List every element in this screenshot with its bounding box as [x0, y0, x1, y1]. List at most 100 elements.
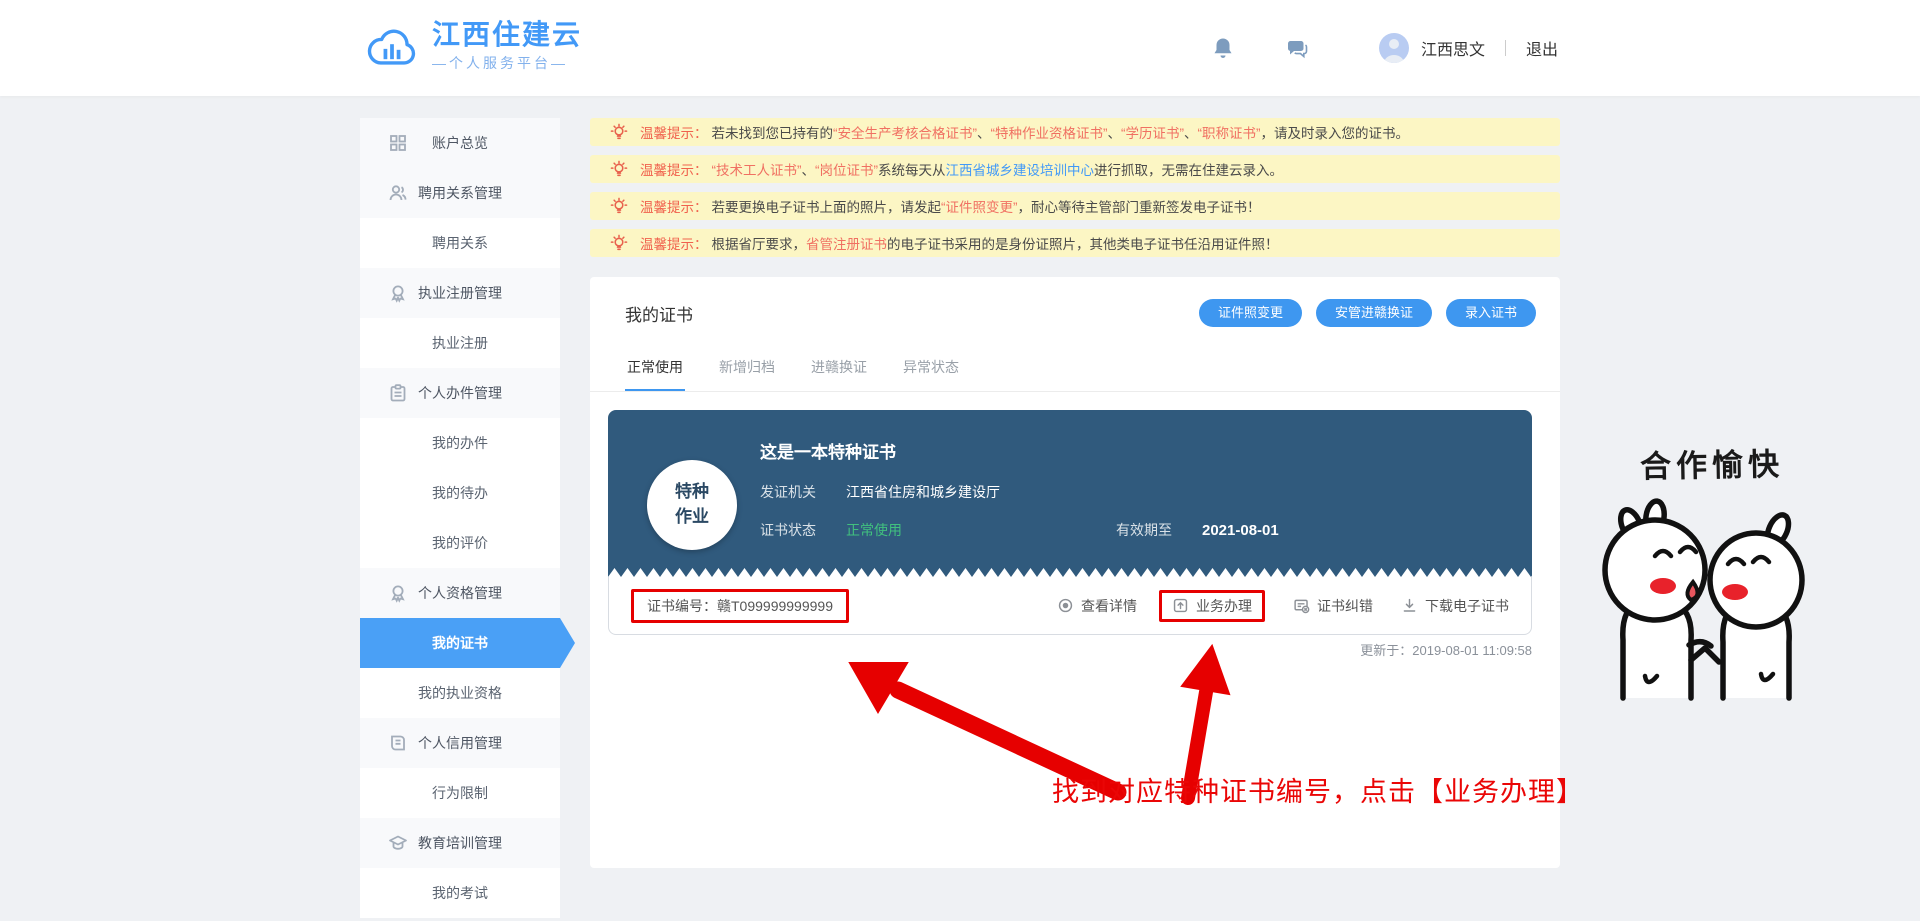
notice-text: 系统每天从: [878, 159, 946, 179]
sidebar-item-my-todo[interactable]: 我的待办: [360, 468, 560, 518]
avatar: [1379, 33, 1409, 63]
anguan-jingan-renewal-button[interactable]: 安管进赣换证: [1316, 299, 1432, 327]
sidebar-item-employment-relation[interactable]: 聘用关系: [360, 218, 560, 268]
add-certificate-button[interactable]: 录入证书: [1446, 299, 1536, 327]
notice-text: 、: [1184, 122, 1198, 142]
bell-icon[interactable]: [1211, 36, 1235, 60]
sidebar-item-label: 执业注册: [432, 333, 488, 353]
sidebar-item-my-cases[interactable]: 我的办件: [360, 418, 560, 468]
certificate-card: 特种 作业 这是一本特种证书 发证机关 江西省住房和城乡建设厅 证书状态 正常使…: [608, 410, 1532, 635]
download-icon: [1401, 597, 1418, 614]
action-label: 证书纠错: [1317, 596, 1373, 616]
sidebar-item-label: 聘用关系: [432, 233, 488, 253]
notice-text: 、: [977, 122, 991, 142]
sidebar-item-label: 我的执业资格: [418, 683, 502, 703]
certificate-card-footer: 证书编号：赣T099999999999 查看详情业务办理证书纠错下载电子证书: [608, 577, 1532, 635]
action-cert-correction[interactable]: 证书纠错: [1293, 596, 1373, 616]
bulb-icon: [610, 197, 628, 215]
sidebar-item-education-training-mgmt[interactable]: 教育培训管理: [360, 818, 560, 868]
notice-text: 若未找到您已持有的: [712, 122, 834, 142]
brand-logo[interactable]: 江西住建云 —个人服务平台—: [362, 20, 582, 73]
app-root: 江西住建云 —个人服务平台— 江西思文: [0, 0, 1920, 921]
notice-banner: 温馨提示：“技术工人证书” 、 “岗位证书” 系统每天从江西省城乡建设培训中心进…: [590, 155, 1560, 183]
notice-text: “安全生产考核合格证书”: [833, 122, 977, 142]
grid-icon: [388, 133, 408, 153]
tab-abnormal-status[interactable]: 异常状态: [901, 343, 961, 391]
sidebar-item-personal-credit-mgmt[interactable]: 个人信用管理: [360, 718, 560, 768]
sidebar-item-personal-case-mgmt[interactable]: 个人办件管理: [360, 368, 560, 418]
notice-text: 进行抓取，无需在住建云录入。: [1094, 159, 1283, 179]
username: 江西思文: [1421, 36, 1485, 60]
notice-text: “学历证书”: [1121, 122, 1184, 142]
sidebar-item-label: 我的考试: [432, 883, 488, 903]
notice-text: 若要更换电子证书上面的照片，请发起: [712, 196, 942, 216]
panel-buttons: 证件照变更安管进赣换证录入证书: [1185, 299, 1536, 327]
tab-normal-use[interactable]: 正常使用: [625, 343, 685, 391]
cert-title: 这是一本特种证书: [760, 438, 896, 463]
cert-type-badge: 特种 作业: [647, 460, 737, 550]
sidebar-item-my-certificates[interactable]: 我的证书: [360, 618, 560, 668]
tab-new-archive[interactable]: 新增归档: [717, 343, 777, 391]
sidebar-item-behavior-restriction[interactable]: 行为限制: [360, 768, 560, 818]
status-label: 证书状态: [760, 520, 816, 540]
notice-text: “岗位证书”: [815, 159, 878, 179]
correction-icon: [1293, 597, 1310, 614]
notice-label: 温馨提示：: [640, 122, 708, 142]
cloud-logo-icon: [362, 21, 422, 73]
notice-banner: 温馨提示：若未找到您已持有的 “安全生产考核合格证书” 、 “特种作业资格证书”…: [590, 118, 1560, 146]
notice-label: 温馨提示：: [640, 196, 708, 216]
action-label: 业务办理: [1196, 596, 1252, 616]
upload-icon: [1172, 597, 1189, 614]
credit-icon: [388, 733, 408, 753]
ticket-sawtooth-edge: [608, 568, 1532, 577]
notice-text: 省管注册证书: [806, 233, 887, 253]
action-view-detail[interactable]: 查看详情: [1057, 596, 1137, 616]
sidebar-item-employment-mgmt[interactable]: 聘用关系管理: [360, 168, 560, 218]
people-icon: [388, 183, 408, 203]
app-subtitle: —个人服务平台—: [432, 53, 582, 73]
notice-label: 温馨提示：: [640, 159, 708, 179]
user-menu[interactable]: 江西思文: [1379, 33, 1485, 63]
sidebar-menu: 账户总览聘用关系管理聘用关系执业注册管理执业注册个人办件管理我的办件我的待办我的…: [360, 118, 560, 921]
notice-text: 、: [802, 159, 816, 179]
certificate-card-header: 特种 作业 这是一本特种证书 发证机关 江西省住房和城乡建设厅 证书状态 正常使…: [608, 410, 1532, 577]
app-title: 江西住建云: [432, 20, 582, 50]
medal-icon: [388, 283, 408, 303]
sidebar-item-my-practice-qualifications[interactable]: 我的执业资格: [360, 668, 560, 718]
sidebar-item-my-evaluation[interactable]: 我的评价: [360, 518, 560, 568]
bulb-icon: [610, 160, 628, 178]
sidebar-item-label: 我的办件: [432, 433, 488, 453]
header-divider: [1505, 40, 1506, 56]
photo-change-button[interactable]: 证件照变更: [1199, 299, 1302, 327]
action-label: 查看详情: [1081, 596, 1137, 616]
action-label: 下载电子证书: [1425, 596, 1509, 616]
action-business-handle[interactable]: 业务办理: [1159, 590, 1265, 622]
certificates-panel: 我的证书 证件照变更安管进赣换证录入证书 正常使用新增归档进赣换证异常状态 特种…: [590, 277, 1560, 868]
sidebar-item-label: 我的待办: [432, 483, 488, 503]
logout-button[interactable]: 退出: [1526, 36, 1558, 60]
sidebar-item-label: 个人资格管理: [418, 583, 502, 603]
action-download-ecert[interactable]: 下载电子证书: [1401, 596, 1509, 616]
bulb-icon: [610, 123, 628, 141]
sidebar-item-practice-reg[interactable]: 执业注册: [360, 318, 560, 368]
notice-text: ，耐心等待主管部门重新签发电子证书！: [1018, 196, 1261, 216]
sidebar-item-label: 我的评价: [432, 533, 488, 553]
sidebar-item-label: 我的证书: [432, 633, 488, 653]
sidebar-item-label: 个人信用管理: [418, 733, 502, 753]
sidebar-item-practice-reg-mgmt[interactable]: 执业注册管理: [360, 268, 560, 318]
sidebar-item-label: 个人办件管理: [418, 383, 502, 403]
sidebar-item-label: 行为限制: [432, 783, 488, 803]
updated-timestamp: 更新于：2019-08-01 11:09:58: [1360, 640, 1532, 659]
sidebar-item-account-overview[interactable]: 账户总览: [360, 118, 560, 168]
sidebar-item-my-exams[interactable]: 我的考试: [360, 868, 560, 918]
clipboard-icon: [388, 383, 408, 403]
mascots-illustration: [1593, 490, 1821, 702]
chat-icon[interactable]: [1285, 36, 1309, 60]
sidebar-item-personal-qualification-mgmt[interactable]: 个人资格管理: [360, 568, 560, 618]
bulb-icon: [610, 234, 628, 252]
valid-until-date: 2021-08-01: [1202, 522, 1279, 539]
issuer-value: 江西省住房和城乡建设厅: [846, 482, 1000, 502]
sidebar-item-label: 账户总览: [432, 133, 488, 153]
notice-text: 根据省厅要求，: [712, 233, 807, 253]
tab-jingan-renewal[interactable]: 进赣换证: [809, 343, 869, 391]
